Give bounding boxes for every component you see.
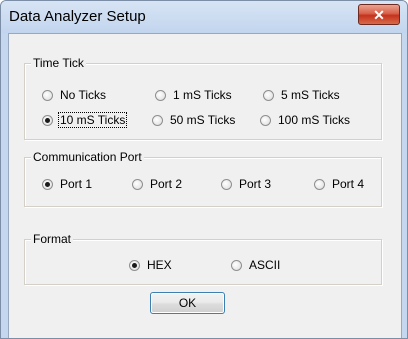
radio-50ms-ticks[interactable]: 50 mS Ticks: [152, 113, 236, 127]
radio-label: Port 4: [332, 177, 365, 191]
radio-button-icon[interactable]: [231, 259, 242, 271]
dialog-window: Data Analyzer Setup ✕ Time Tick No Ticks…: [0, 0, 408, 339]
dialog-client-area: Time Tick No Ticks 1 mS Ticks 5 mS Ticks…: [8, 33, 402, 338]
radio-label: Port 2: [150, 177, 183, 191]
time-tick-group: Time Tick No Ticks 1 mS Ticks 5 mS Ticks…: [24, 56, 382, 140]
radio-label: No Ticks: [60, 88, 107, 102]
format-legend: Format: [31, 232, 74, 246]
radio-button-icon[interactable]: [260, 114, 271, 126]
ok-button[interactable]: OK: [150, 292, 225, 314]
radio-hex[interactable]: HEX: [129, 258, 173, 272]
radio-button-selected-icon[interactable]: [129, 259, 140, 271]
radio-button-selected-icon[interactable]: [42, 114, 53, 126]
radio-label: ASCII: [249, 258, 281, 272]
radio-label: HEX: [147, 258, 172, 272]
communication-port-group: Communication Port Port 1 Port 2 Port 3 …: [24, 150, 382, 207]
radio-button-icon[interactable]: [132, 178, 143, 190]
radio-label: 100 mS Ticks: [278, 113, 351, 127]
radio-10ms-ticks[interactable]: 10 mS Ticks: [42, 112, 128, 128]
radio-button-selected-icon[interactable]: [42, 178, 53, 190]
radio-5ms-ticks[interactable]: 5 mS Ticks: [263, 88, 341, 102]
radio-button-icon[interactable]: [221, 178, 232, 190]
close-button[interactable]: ✕: [358, 4, 400, 25]
radio-button-icon[interactable]: [152, 114, 163, 126]
radio-button-icon[interactable]: [155, 89, 166, 101]
radio-ascii[interactable]: ASCII: [231, 258, 281, 272]
radio-1ms-ticks[interactable]: 1 mS Ticks: [155, 88, 233, 102]
format-group: Format HEX ASCII: [24, 232, 382, 285]
title-bar[interactable]: Data Analyzer Setup ✕: [1, 1, 407, 33]
close-icon: ✕: [373, 6, 385, 23]
radio-label: 1 mS Ticks: [173, 88, 232, 102]
radio-no-ticks[interactable]: No Ticks: [42, 88, 107, 102]
radio-label: 50 mS Ticks: [170, 113, 236, 127]
window-title: Data Analyzer Setup: [9, 8, 146, 25]
radio-port-3[interactable]: Port 3: [221, 177, 272, 191]
radio-button-icon[interactable]: [263, 89, 274, 101]
radio-label: 10 mS Ticks: [57, 112, 128, 128]
radio-100ms-ticks[interactable]: 100 mS Ticks: [260, 113, 351, 127]
radio-port-1[interactable]: Port 1: [42, 177, 93, 191]
radio-port-4[interactable]: Port 4: [314, 177, 365, 191]
radio-button-icon[interactable]: [42, 89, 53, 101]
time-tick-legend: Time Tick: [31, 56, 86, 70]
communication-port-legend: Communication Port: [31, 150, 144, 164]
radio-button-icon[interactable]: [314, 178, 325, 190]
radio-port-2[interactable]: Port 2: [132, 177, 183, 191]
radio-label: Port 3: [239, 177, 272, 191]
radio-label: Port 1: [60, 177, 93, 191]
radio-label: 5 mS Ticks: [281, 88, 340, 102]
